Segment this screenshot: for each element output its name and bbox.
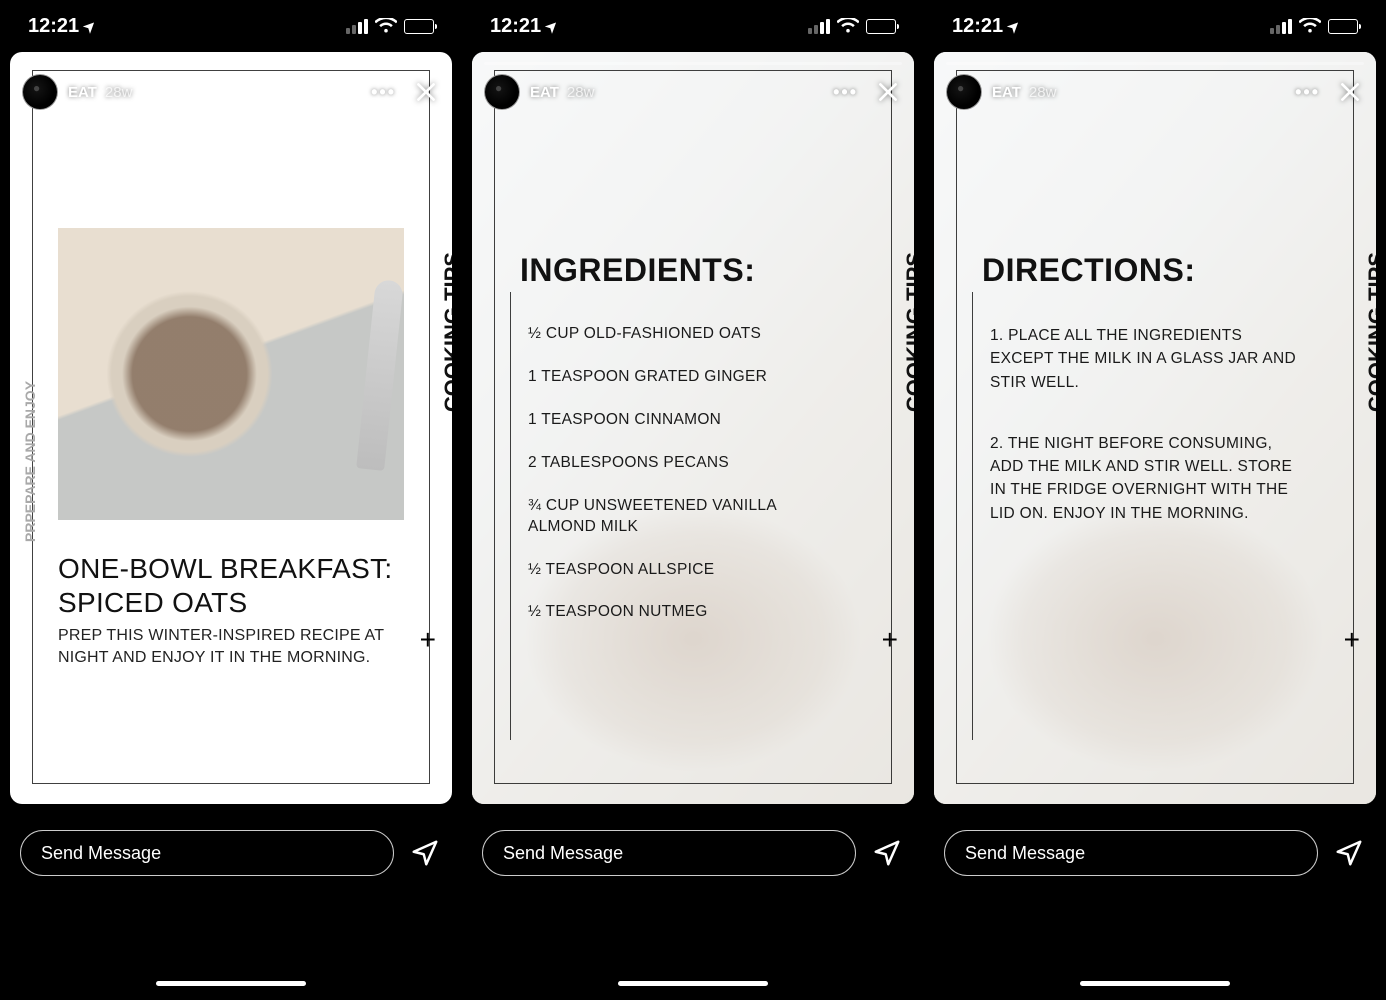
list-item: ½ TEASPOON ALLSPICE [528, 560, 842, 581]
story-progress-bar [484, 62, 902, 65]
story-progress-bar [22, 62, 440, 65]
recipe-hero-image [58, 228, 404, 520]
close-button[interactable] [874, 78, 902, 106]
battery-icon [1328, 19, 1358, 34]
location-icon: ➤ [80, 16, 100, 36]
phone-frame-3: 12:21 ➤ EAT 28w ••• COOKING TIPS DIRECTI… [924, 0, 1386, 1000]
message-placeholder: Send Message [965, 843, 1085, 864]
list-item: 2 TABLESPOONS PECANS [528, 453, 842, 474]
list-item: 1. PLACE ALL THE INGREDIENTS EXCEPT THE … [990, 324, 1304, 394]
more-options-button[interactable]: ••• [1289, 78, 1326, 107]
list-item: 1 TEASPOON CINNAMON [528, 410, 842, 431]
cell-signal-icon [1270, 19, 1292, 34]
message-input[interactable]: Send Message [20, 830, 394, 876]
battery-icon [404, 19, 434, 34]
story-account-name[interactable]: EAT [530, 84, 559, 101]
list-item: ¾ CUP UNSWEETENED VANILLA ALMOND MILK [528, 496, 842, 538]
message-placeholder: Send Message [41, 843, 161, 864]
status-bar: 12:21 ➤ [0, 0, 462, 52]
avatar[interactable] [484, 74, 520, 110]
cell-signal-icon [808, 19, 830, 34]
status-bar: 12:21 ➤ [462, 0, 924, 52]
more-options-button[interactable]: ••• [365, 78, 402, 107]
story-viewport[interactable]: EAT 28w ••• COOKING TIPS DIRECTIONS: 1. … [934, 52, 1376, 804]
clock-time: 12:21 [28, 15, 79, 38]
message-input[interactable]: Send Message [944, 830, 1318, 876]
avatar[interactable] [22, 74, 58, 110]
compose-bar: Send Message [20, 830, 442, 876]
compose-bar: Send Message [944, 830, 1366, 876]
story-viewport[interactable]: EAT 28w ••• COOKING TIPS PRPEPARE AND EN… [10, 52, 452, 804]
ingredients-list: ½ CUP OLD-FASHIONED OATS 1 TEASPOON GRAT… [528, 324, 842, 645]
clock-time: 12:21 [952, 15, 1003, 38]
send-button[interactable] [870, 836, 904, 870]
clock-time: 12:21 [490, 15, 541, 38]
vertical-tag-right: COOKING TIPS [902, 252, 914, 412]
recipe-title-line2: SPICED OATS [58, 587, 247, 618]
story-progress-bar [946, 62, 1364, 65]
vertical-tag-left: PRPEPARE AND ENJOY [22, 381, 38, 542]
send-button[interactable] [408, 836, 442, 870]
send-button[interactable] [1332, 836, 1366, 870]
story-age: 28w [567, 84, 595, 101]
vertical-tag-right: COOKING TIPS [440, 252, 452, 412]
plus-icon: + [420, 624, 436, 656]
list-item: ½ TEASPOON NUTMEG [528, 602, 842, 623]
story-viewport[interactable]: EAT 28w ••• COOKING TIPS INGREDIENTS: ½ … [472, 52, 914, 804]
directions-list: 1. PLACE ALL THE INGREDIENTS EXCEPT THE … [990, 324, 1304, 563]
wifi-icon [837, 18, 859, 34]
more-options-button[interactable]: ••• [827, 78, 864, 107]
message-placeholder: Send Message [503, 843, 623, 864]
wifi-icon [1299, 18, 1321, 34]
story-age: 28w [1029, 84, 1057, 101]
list-item: 1 TEASPOON GRATED GINGER [528, 367, 842, 388]
phone-frame-2: 12:21 ➤ EAT 28w ••• COOKING TIPS INGREDI… [462, 0, 924, 1000]
message-input[interactable]: Send Message [482, 830, 856, 876]
close-button[interactable] [1336, 78, 1364, 106]
section-heading: INGREDIENTS: [520, 252, 755, 289]
vertical-tag-right: COOKING TIPS [1364, 252, 1376, 412]
title-block: ONE-BOWL BREAKFAST: SPICED OATS PREP THI… [58, 552, 400, 668]
section-heading: DIRECTIONS: [982, 252, 1196, 289]
cell-signal-icon [346, 19, 368, 34]
home-indicator[interactable] [1080, 981, 1230, 986]
compose-bar: Send Message [482, 830, 904, 876]
avatar[interactable] [946, 74, 982, 110]
plus-icon: + [1344, 624, 1360, 656]
phone-frame-1: 12:21 ➤ EAT 28w ••• COOKING TIPS PRPEPAR… [0, 0, 462, 1000]
list-item: ½ CUP OLD-FASHIONED OATS [528, 324, 842, 345]
story-account-name[interactable]: EAT [992, 84, 1021, 101]
recipe-title-line1: ONE-BOWL BREAKFAST: [58, 553, 393, 584]
list-item: 2. THE NIGHT BEFORE CONSUMING, ADD THE M… [990, 432, 1304, 525]
close-button[interactable] [412, 78, 440, 106]
location-icon: ➤ [1004, 16, 1024, 36]
inner-rule [510, 292, 511, 740]
inner-rule [972, 292, 973, 740]
battery-icon [866, 19, 896, 34]
recipe-subtitle: PREP THIS WINTER-INSPIRED RECIPE AT NIGH… [58, 625, 400, 668]
home-indicator[interactable] [618, 981, 768, 986]
location-icon: ➤ [542, 16, 562, 36]
story-age: 28w [105, 84, 133, 101]
plus-icon: + [882, 624, 898, 656]
status-bar: 12:21 ➤ [924, 0, 1386, 52]
home-indicator[interactable] [156, 981, 306, 986]
story-account-name[interactable]: EAT [68, 84, 97, 101]
wifi-icon [375, 18, 397, 34]
